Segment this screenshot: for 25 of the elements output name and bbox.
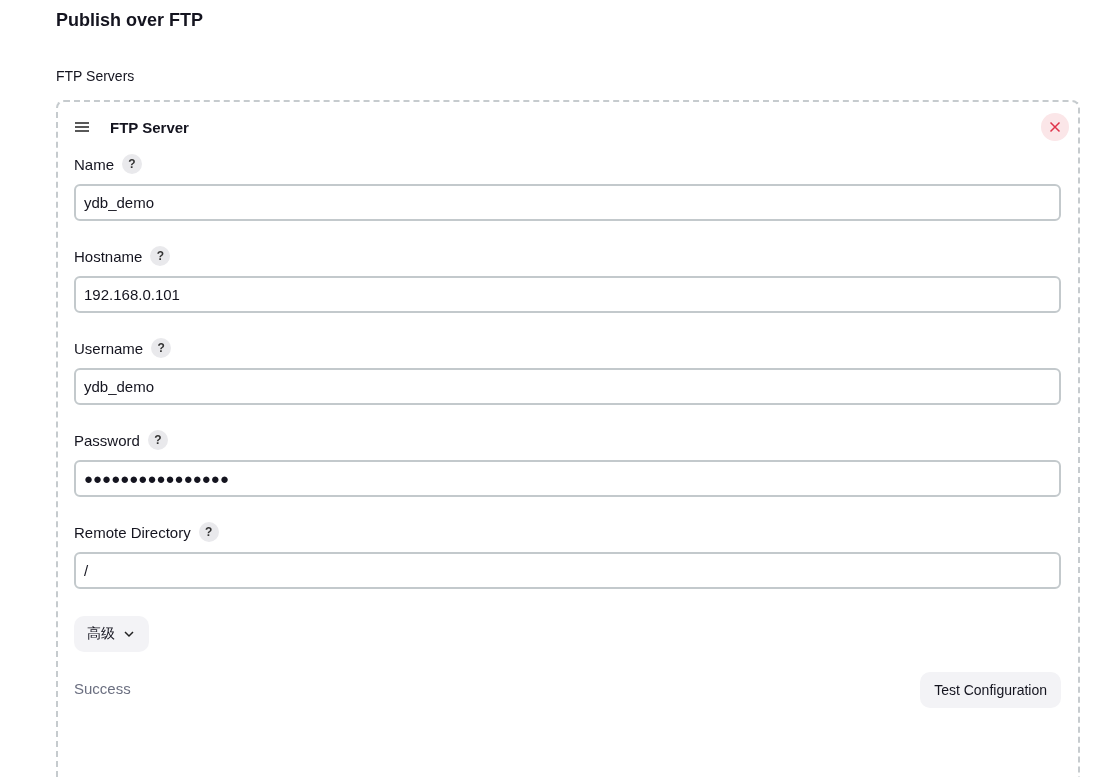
- server-title: FTP Server: [110, 118, 190, 136]
- advanced-button[interactable]: 高级: [74, 616, 149, 652]
- servers-label: FTP Servers: [56, 68, 136, 84]
- status-text: Success: [74, 680, 131, 697]
- help-icon[interactable]: ?: [150, 246, 171, 266]
- chevron-down-icon: [123, 630, 135, 638]
- field-label: Name: [74, 155, 114, 173]
- section-title: Publish over FTP: [56, 9, 205, 32]
- text-field[interactable]: ydb_demo: [74, 368, 1061, 405]
- field-label: Password: [74, 431, 140, 449]
- help-icon[interactable]: ?: [151, 338, 172, 358]
- field-label: Username: [74, 339, 144, 357]
- close-icon: [1049, 121, 1061, 133]
- close-button[interactable]: [1041, 113, 1069, 141]
- field-label: Hostname: [74, 247, 143, 265]
- text-field[interactable]: ydb_demo: [74, 184, 1061, 221]
- help-icon[interactable]: ?: [198, 522, 219, 542]
- help-icon[interactable]: ?: [147, 430, 168, 450]
- help-icon[interactable]: ?: [122, 154, 142, 174]
- field-label: Remote Directory: [74, 523, 191, 541]
- text-field[interactable]: 192.168.0.101: [74, 276, 1061, 313]
- text-field[interactable]: /: [74, 552, 1061, 589]
- drag-handle-icon[interactable]: [74, 121, 90, 133]
- text-field[interactable]: ●●●●●●●●●●●●●●●●: [74, 460, 1061, 497]
- test-configuration-button[interactable]: Test Configuration: [920, 672, 1061, 708]
